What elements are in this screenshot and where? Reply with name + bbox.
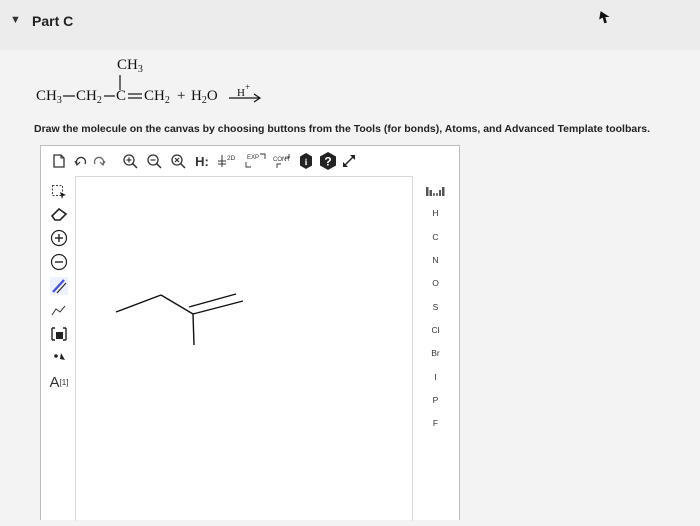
chain-group-3: C bbox=[116, 88, 127, 104]
svg-text:?: ? bbox=[324, 155, 331, 169]
atom-button-i[interactable]: I bbox=[412, 372, 459, 382]
collapse-triangle-icon[interactable]: ▼ bbox=[10, 14, 21, 26]
chain-group-4: CH2 bbox=[144, 88, 170, 106]
reaction-equation: CH3 CH3 CH2 C CH2 + H2O H+ bbox=[0, 55, 700, 115]
molecule-sketcher[interactable]: H: 2D EXP CONT i ? A [1] H C N O S Cl Br… bbox=[40, 145, 460, 521]
single-bond-dash bbox=[63, 95, 75, 97]
bond-line bbox=[160, 294, 194, 315]
plus-sign: + bbox=[177, 88, 186, 104]
drawn-molecule-skeleton bbox=[115, 293, 244, 346]
mouse-cursor-icon bbox=[599, 11, 610, 24]
atom-button-br[interactable]: Br bbox=[412, 348, 459, 358]
negative-charge-icon[interactable] bbox=[49, 252, 69, 272]
periodic-table-icon[interactable] bbox=[426, 186, 446, 198]
double-bond-line bbox=[192, 300, 244, 315]
new-document-icon[interactable] bbox=[51, 153, 67, 169]
instruction-text: Draw the molecule on the canvas by choos… bbox=[34, 123, 651, 135]
clear-zoom-icon[interactable] bbox=[169, 153, 187, 169]
atom-button-cl[interactable]: Cl bbox=[412, 325, 459, 335]
atom-button-p[interactable]: P bbox=[412, 395, 459, 405]
atom-map-index: [1] bbox=[59, 377, 69, 387]
clean-2d-button[interactable]: 2D bbox=[217, 153, 237, 169]
top-toolbar: H: 2D EXP CONT i ? bbox=[41, 146, 459, 176]
part-header[interactable]: ▼ Part C bbox=[0, 0, 700, 50]
zoom-in-icon[interactable] bbox=[121, 153, 139, 169]
chain-group-2: CH2 bbox=[76, 88, 102, 106]
methyl-substituent: CH3 bbox=[117, 57, 143, 75]
atom-map-tool[interactable]: A [1] bbox=[47, 370, 71, 394]
info-icon[interactable]: i bbox=[299, 152, 313, 170]
positive-charge-icon[interactable] bbox=[49, 228, 69, 248]
selection-tool-icon[interactable] bbox=[49, 182, 69, 202]
atom-button-h[interactable]: H bbox=[412, 208, 459, 218]
eraser-icon[interactable] bbox=[49, 204, 69, 224]
zoom-out-icon[interactable] bbox=[145, 153, 163, 169]
expand-button[interactable]: EXP bbox=[244, 153, 268, 169]
help-icon[interactable]: ? bbox=[319, 151, 337, 171]
atom-button-f[interactable]: F bbox=[412, 418, 459, 428]
water-reagent: H2O bbox=[191, 88, 218, 106]
atom-toolbar: H C N O S Cl Br I P F bbox=[412, 176, 459, 520]
redo-icon[interactable] bbox=[91, 153, 107, 169]
drawing-canvas[interactable] bbox=[75, 176, 413, 521]
double-bond-sign bbox=[128, 93, 142, 99]
bond-line bbox=[115, 294, 162, 313]
hydrogen-toggle-button[interactable]: H: bbox=[191, 153, 213, 169]
atom-button-o[interactable]: O bbox=[412, 278, 459, 288]
single-bond-dash bbox=[104, 95, 115, 97]
svg-text:2D: 2D bbox=[227, 155, 236, 162]
undo-icon[interactable] bbox=[73, 153, 89, 169]
contract-button[interactable]: CONT bbox=[271, 153, 297, 169]
reaction-arrow-icon bbox=[229, 93, 262, 103]
atom-button-c[interactable]: C bbox=[412, 232, 459, 242]
templates-tool-icon[interactable] bbox=[49, 324, 69, 344]
single-bond-tool-icon[interactable] bbox=[49, 276, 69, 296]
lone-pair-tool-icon[interactable] bbox=[49, 346, 69, 366]
svg-text:EXP: EXP bbox=[247, 155, 259, 161]
atom-button-n[interactable]: N bbox=[412, 255, 459, 265]
fullscreen-icon[interactable] bbox=[341, 153, 357, 169]
atom-button-s[interactable]: S bbox=[412, 302, 459, 312]
part-title: Part C bbox=[32, 13, 74, 29]
chain-tool-icon[interactable] bbox=[49, 300, 69, 320]
left-toolbar: A [1] bbox=[41, 176, 75, 520]
atom-map-label: A bbox=[49, 373, 60, 391]
bond-line bbox=[192, 313, 195, 346]
chain-group-1: CH3 bbox=[36, 88, 62, 106]
